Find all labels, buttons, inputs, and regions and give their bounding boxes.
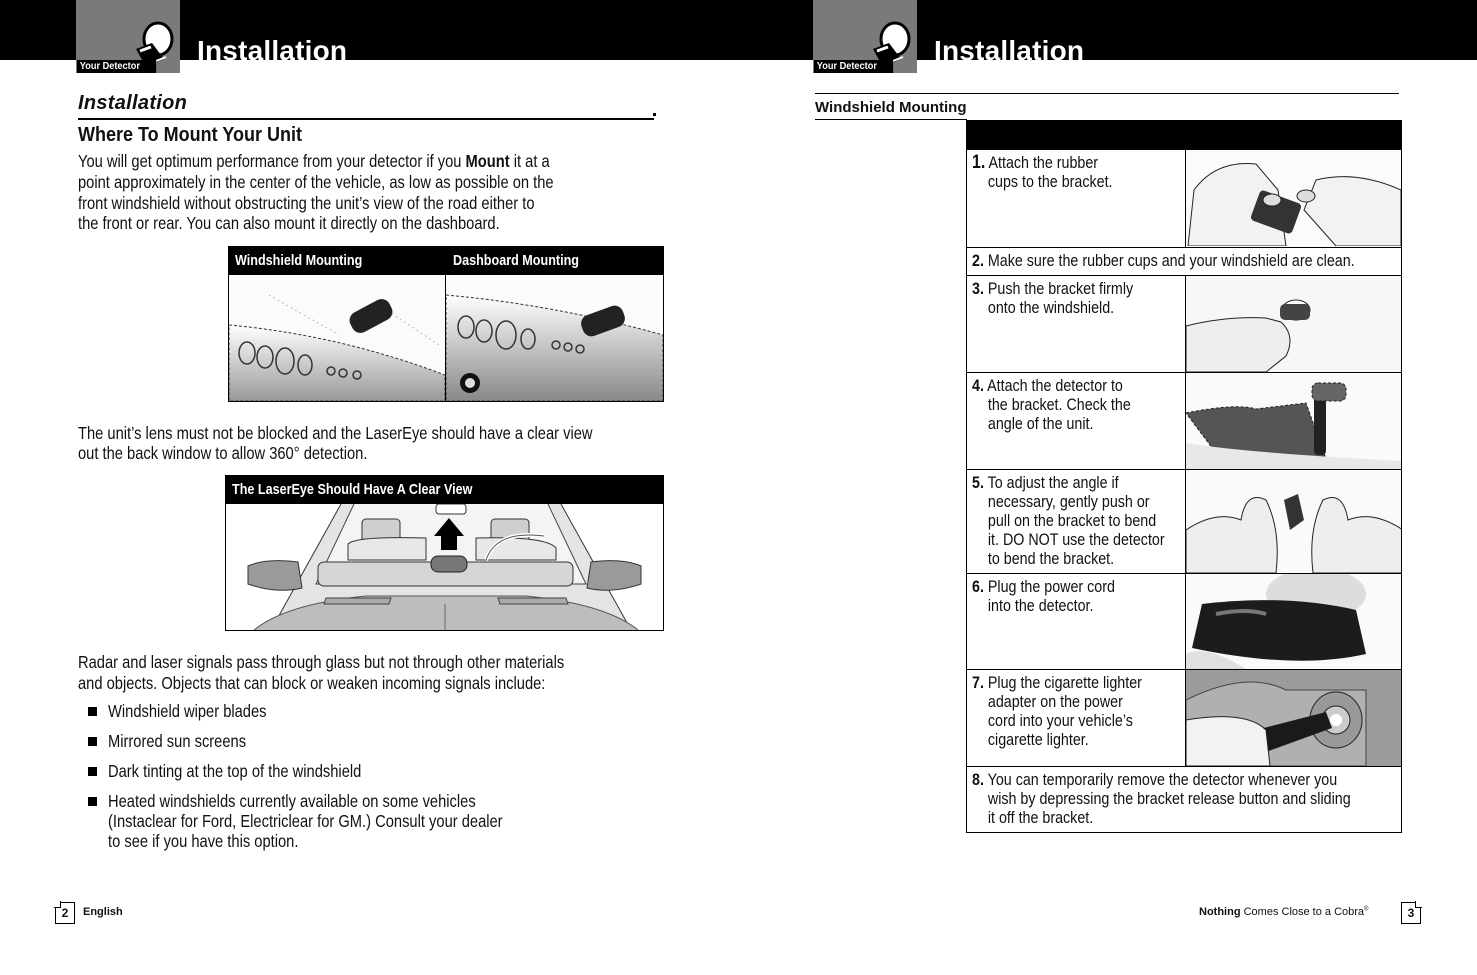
list-item: Dark tinting at the top of the windshiel… [86,761,578,781]
lens-line-1: out the back window to allow 360° detect… [78,443,368,463]
step-row-8: 8. You can temporarily remove the detect… [967,766,1401,832]
list-item: Mirrored sun screens [86,731,578,751]
intro-line-0: You will get optimum performance from yo… [78,151,550,171]
car-rear-view-illustration [226,504,663,630]
bullet-square-icon [88,737,97,746]
signals-line-0: Radar and laser signals pass through gla… [78,652,565,672]
lens-line-0: The unit’s lens must not be blocked and … [78,423,593,443]
intro-line-3: the front or rear. You can also mount it… [78,213,500,233]
page-number-left: 2 [54,901,75,924]
windshield-mounting-caption: Windshield Mounting [235,252,363,269]
windshield-mounting-illustration [229,275,445,401]
step-7-illustration [1185,670,1401,766]
mount-keyword: Mount [465,151,510,171]
lasereye-caption: The LaserEye Should Have A Clear View [232,481,473,498]
subsection-title: Where To Mount Your Unit [78,124,302,146]
mounting-figure: Windshield Mounting Dashboard Mounting [228,246,664,402]
lasereye-figure: The LaserEye Should Have A Clear View [225,475,664,631]
step-row-2: 2. Make sure the rubber cups and your wi… [967,247,1401,275]
section-rule [78,118,654,120]
blocking-objects-list: Windshield wiper blades Mirrored sun scr… [86,701,578,861]
section-title: Installation [78,92,188,114]
step-5-illustration [1185,470,1401,573]
section-title: Windshield Mounting [815,99,967,116]
section-tab-left: Your Detector [76,0,180,73]
language-label: English [83,906,123,918]
step-1-illustration [1185,150,1401,247]
step-row-7: 7. Plug the cigarette lighter adapter on… [967,669,1401,766]
mounting-figure-header: Windshield Mounting Dashboard Mounting [229,247,663,275]
intro-line-1: point approximately in the center of the… [78,172,554,192]
page-title: Installation [934,35,1085,60]
page-title: Installation [197,35,348,60]
step-row-1: 1. Attach the rubber cups to the bracket… [967,150,1401,247]
section-underline [815,119,967,120]
lasereye-figure-header: The LaserEye Should Have A Clear View [226,476,663,504]
signals-line-1: and objects. Objects that can block or w… [78,673,546,693]
bullet-square-icon [88,767,97,776]
step-row-3: 3. Push the bracket firmly onto the wind… [967,275,1401,372]
rule-dot [653,113,656,116]
step-4-illustration [1185,373,1401,469]
step-row-5: 5. To adjust the angle if necessary, gen… [967,469,1401,573]
page-number-right: 3 [1401,901,1422,924]
step-row-6: 6. Plug the power cord into the detector… [967,573,1401,669]
dashboard-mounting-caption: Dashboard Mounting [453,252,579,269]
section-tab-right: Your Detector [813,0,917,73]
bullet-square-icon [88,797,97,806]
tab-label: Your Detector [77,60,157,73]
list-item: Windshield wiper blades [86,701,578,721]
step-6-illustration [1185,574,1401,669]
step-row-4: 4. Attach the detector to the bracket. C… [967,372,1401,469]
footer-tagline: Nothing Comes Close to a Cobra® [1199,906,1369,918]
bullet-square-icon [88,707,97,716]
tab-label: Your Detector [814,60,894,73]
steps-table-header [967,121,1401,150]
intro-line-2: front windshield without obstructing the… [78,193,535,213]
section-rule [815,93,1399,94]
installation-steps-table: 1. Attach the rubber cups to the bracket… [966,120,1402,833]
list-item: Heated windshields currently available o… [86,791,578,851]
step-3-illustration [1185,276,1401,372]
dashboard-mounting-illustration [446,275,663,401]
